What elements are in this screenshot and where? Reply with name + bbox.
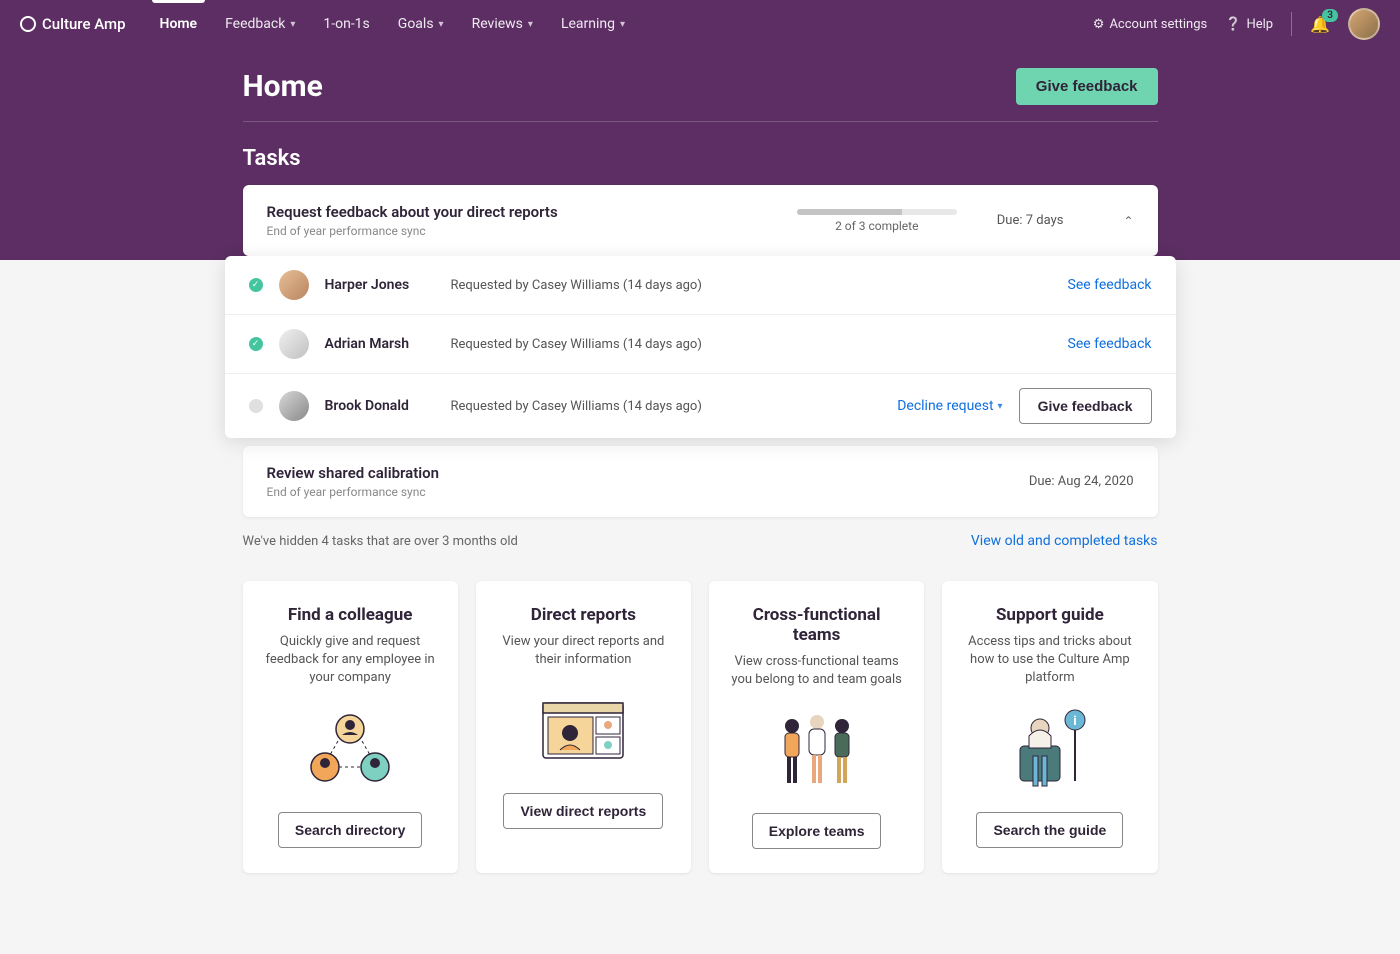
task-due: Due: 7 days — [997, 213, 1064, 228]
task-card-feedback: Request feedback about your direct repor… — [243, 185, 1158, 256]
nav-reviews[interactable]: Reviews ▾ — [458, 0, 547, 48]
task-due: Due: Aug 24, 2020 — [1029, 474, 1134, 489]
nav-label: Goals — [398, 16, 434, 32]
search-guide-button[interactable]: Search the guide — [976, 812, 1123, 848]
divider — [1291, 12, 1292, 36]
chevron-down-icon: ▾ — [439, 19, 444, 30]
help-link[interactable]: ❔ Help — [1225, 17, 1273, 32]
hidden-tasks-text: We've hidden 4 tasks that are over 3 mon… — [243, 534, 518, 549]
help-icon: ❔ — [1225, 17, 1241, 32]
decline-request-dropdown[interactable]: Decline request ▾ — [897, 398, 1002, 414]
chevron-down-icon: ▾ — [998, 401, 1003, 412]
gear-icon: ⚙ — [1093, 17, 1105, 32]
status-pending-icon — [249, 399, 263, 413]
view-direct-reports-button[interactable]: View direct reports — [503, 793, 663, 829]
progress-text: 2 of 3 complete — [797, 219, 957, 233]
chevron-down-icon: ▾ — [620, 19, 625, 30]
page-title: Home — [243, 69, 323, 104]
status-done-icon: ✓ — [249, 278, 263, 292]
nav-label: Learning — [561, 16, 615, 32]
person-avatar — [279, 270, 309, 300]
account-settings-label: Account settings — [1109, 17, 1207, 32]
row-meta: Requested by Casey Williams (14 days ago… — [451, 278, 702, 293]
nav-right: ⚙ Account settings ❔ Help 🔔 3 — [1093, 8, 1380, 40]
task-row: Brook Donald Requested by Casey Williams… — [225, 374, 1176, 438]
person-name: Adrian Marsh — [325, 336, 435, 352]
task-title: Review shared calibration — [267, 464, 440, 482]
view-old-tasks-link[interactable]: View old and completed tasks — [971, 533, 1158, 549]
notifications-button[interactable]: 🔔 3 — [1310, 15, 1330, 34]
see-feedback-link[interactable]: See feedback — [1068, 336, 1152, 352]
quick-card-colleague: Find a colleague Quickly give and reques… — [243, 581, 458, 873]
notification-badge: 3 — [1322, 9, 1338, 22]
task-title: Request feedback about your direct repor… — [267, 203, 558, 221]
svg-text:i: i — [1073, 714, 1076, 729]
explore-teams-button[interactable]: Explore teams — [752, 813, 882, 849]
page-header: Home Give feedback — [243, 48, 1158, 122]
quick-title: Cross-functional teams — [727, 605, 906, 645]
row-meta: Requested by Casey Williams (14 days ago… — [451, 337, 702, 352]
chevron-down-icon: ▾ — [290, 19, 295, 30]
give-feedback-button[interactable]: Give feedback — [1019, 388, 1152, 424]
person-name: Brook Donald — [325, 398, 435, 414]
see-feedback-link[interactable]: See feedback — [1068, 277, 1152, 293]
task-card-calibration[interactable]: Review shared calibration End of year pe… — [243, 446, 1158, 517]
logo-icon — [20, 16, 36, 32]
teams-illustration-icon — [762, 705, 872, 795]
task-row: ✓ Harper Jones Requested by Casey Willia… — [225, 256, 1176, 315]
quick-card-direct-reports: Direct reports View your direct reports … — [476, 581, 691, 873]
nav-label: Reviews — [472, 16, 523, 32]
person-name: Harper Jones — [325, 277, 435, 293]
give-feedback-button[interactable]: Give feedback — [1016, 68, 1158, 105]
task-subtitle: End of year performance sync — [267, 485, 440, 499]
brand-name: Culture Amp — [42, 15, 126, 33]
nav-items: Home Feedback ▾ 1-on-1s Goals ▾ Reviews ▾ L… — [146, 0, 639, 48]
quick-card-support: Support guide Access tips and tricks abo… — [942, 581, 1157, 873]
quick-desc: View your direct reports and their infor… — [494, 633, 673, 669]
support-illustration-icon: i — [995, 704, 1105, 794]
top-nav: Culture Amp Home Feedback ▾ 1-on-1s Goals… — [0, 0, 1400, 48]
status-done-icon: ✓ — [249, 337, 263, 351]
task-subtitle: End of year performance sync — [267, 224, 558, 238]
quick-links-grid: Find a colleague Quickly give and reques… — [243, 581, 1158, 913]
quick-title: Find a colleague — [288, 605, 413, 625]
direct-reports-illustration-icon — [528, 685, 638, 775]
task-row: ✓ Adrian Marsh Requested by Casey Willia… — [225, 315, 1176, 374]
collapse-toggle[interactable]: ⌃ — [1123, 214, 1133, 228]
chevron-down-icon: ▾ — [528, 19, 533, 30]
hidden-tasks-bar: We've hidden 4 tasks that are over 3 mon… — [243, 517, 1158, 557]
search-directory-button[interactable]: Search directory — [278, 812, 423, 848]
brand-logo[interactable]: Culture Amp — [20, 15, 126, 33]
person-avatar — [279, 391, 309, 421]
nav-label: Feedback — [225, 16, 285, 32]
decline-label: Decline request — [897, 398, 993, 414]
colleague-illustration-icon — [295, 704, 405, 794]
user-avatar[interactable] — [1348, 8, 1380, 40]
nav-label: 1-on-1s — [323, 16, 369, 32]
quick-title: Direct reports — [531, 605, 636, 625]
quick-desc: View cross-functional teams you belong t… — [727, 653, 906, 689]
help-label: Help — [1246, 17, 1273, 32]
account-settings-link[interactable]: ⚙ Account settings — [1093, 17, 1207, 32]
nav-1on1s[interactable]: 1-on-1s — [309, 0, 383, 48]
nav-learning[interactable]: Learning ▾ — [547, 0, 639, 48]
task-header[interactable]: Request feedback about your direct repor… — [243, 185, 1158, 256]
quick-desc: Access tips and tricks about how to use … — [960, 633, 1139, 688]
tasks-heading: Tasks — [243, 146, 1158, 171]
nav-feedback[interactable]: Feedback ▾ — [211, 0, 309, 48]
task-progress: 2 of 3 complete — [797, 209, 957, 233]
quick-title: Support guide — [996, 605, 1104, 625]
nav-home[interactable]: Home — [146, 0, 212, 48]
nav-label: Home — [160, 16, 198, 32]
row-meta: Requested by Casey Williams (14 days ago… — [451, 399, 702, 414]
quick-desc: Quickly give and request feedback for an… — [261, 633, 440, 688]
person-avatar — [279, 329, 309, 359]
task-rows: ✓ Harper Jones Requested by Casey Willia… — [225, 256, 1176, 438]
nav-goals[interactable]: Goals ▾ — [384, 0, 458, 48]
quick-card-teams: Cross-functional teams View cross-functi… — [709, 581, 924, 873]
